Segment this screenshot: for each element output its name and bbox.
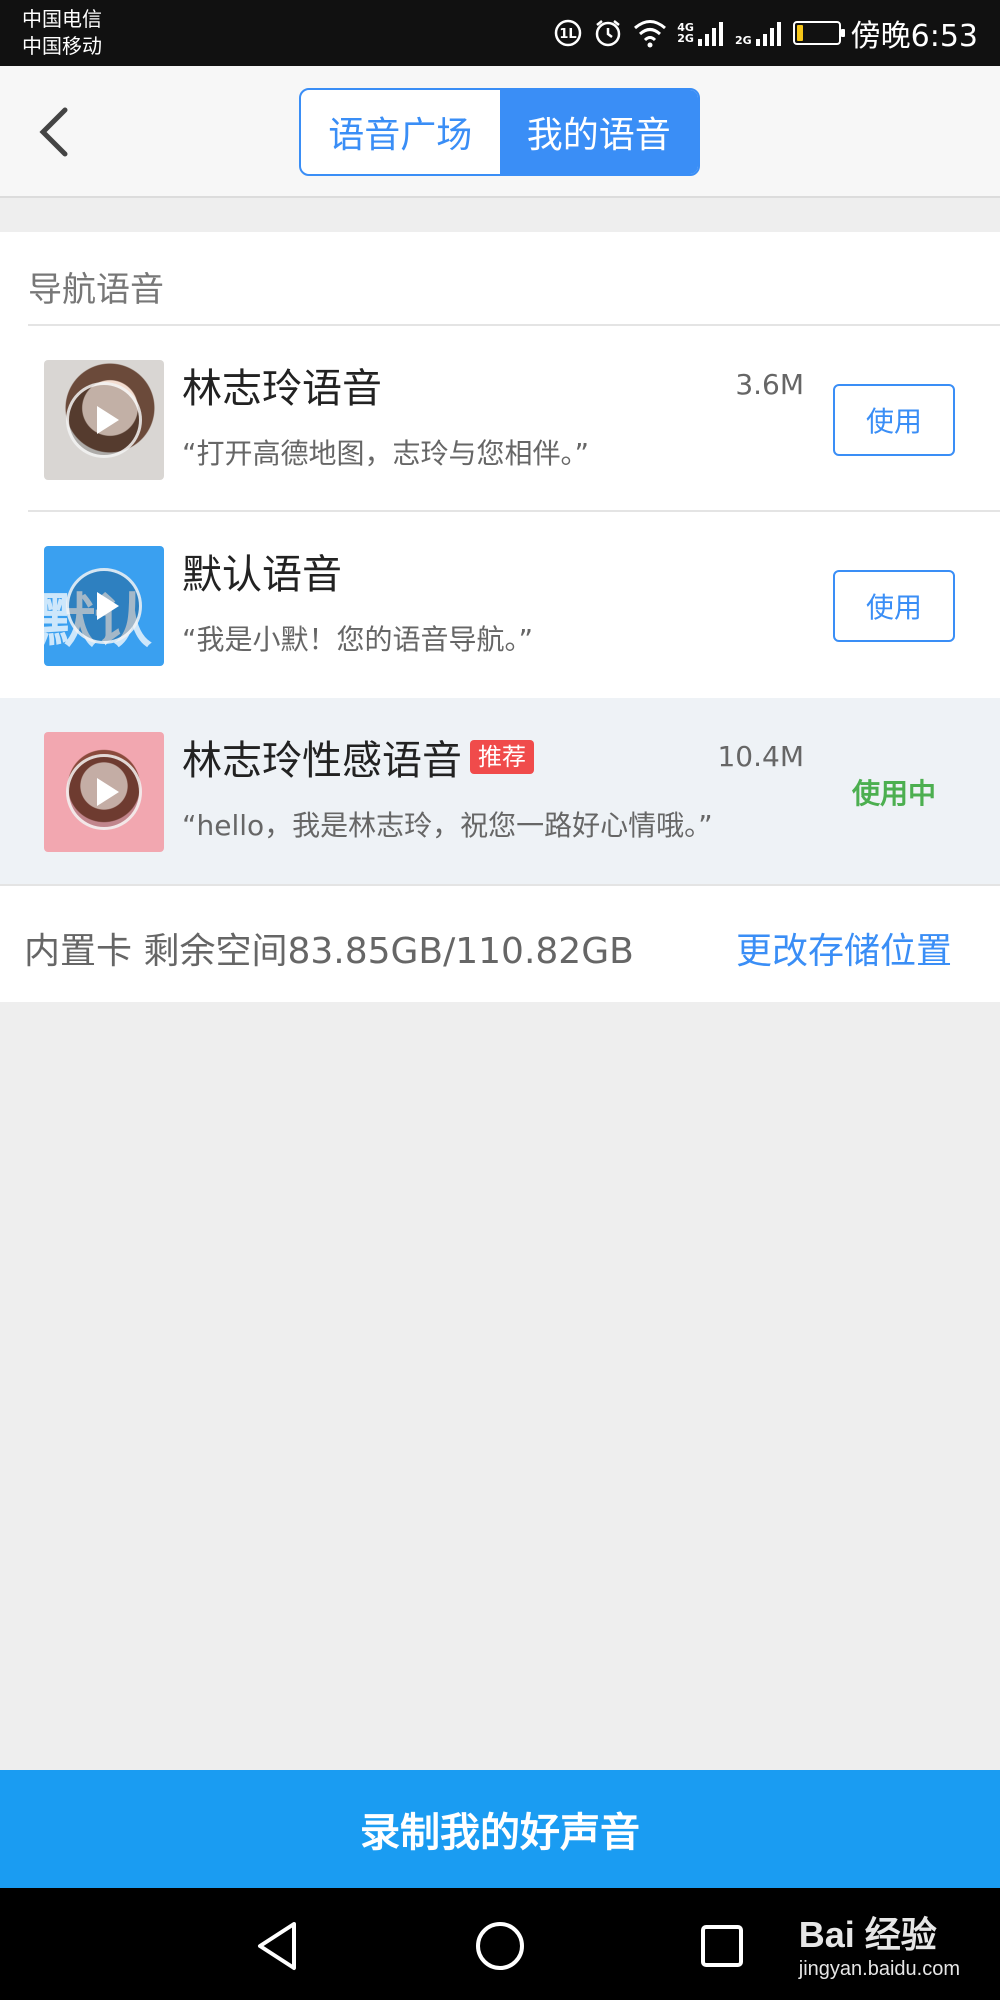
recommend-badge: 推荐: [470, 740, 534, 774]
signal-1-label: 4G 2G: [677, 21, 694, 45]
woman-portrait-pink-thumb[interactable]: [44, 732, 164, 852]
change-storage-link[interactable]: 更改存储位置: [736, 922, 952, 982]
home-circle-icon[interactable]: [472, 1918, 528, 1974]
signal-icon: 4G 2G: [677, 19, 725, 47]
voice-name: 林志玲语音: [182, 356, 382, 414]
play-icon[interactable]: [66, 382, 142, 458]
hd-call-icon: 1L: [553, 18, 583, 48]
voice-name-text: 林志玲语音: [182, 366, 382, 412]
voice-name-text: 默认语音: [182, 552, 342, 598]
clock: 傍晚6:53: [850, 19, 978, 54]
play-icon[interactable]: [66, 754, 142, 830]
woman-portrait-thumb[interactable]: [44, 360, 164, 480]
carrier-1: 中国电信: [22, 7, 102, 31]
signal-2-label: 2G: [734, 34, 752, 47]
record-voice-button[interactable]: 录制我的好声音: [0, 1770, 1000, 1888]
svg-text:1L: 1L: [560, 27, 577, 42]
play-icon[interactable]: [66, 568, 142, 644]
carrier-labels: 中国电信 中国移动: [22, 6, 102, 60]
back-triangle-icon[interactable]: [250, 1918, 306, 1974]
voice-name: 默认语音: [182, 542, 342, 600]
voice-size: 3.6M: [735, 368, 804, 401]
voice-name-text: 林志玲性感语音: [182, 738, 462, 784]
signal-icon: 2G: [735, 19, 783, 47]
voice-size: 10.4M: [717, 740, 804, 773]
voice-row[interactable]: 林志玲性感语音 推荐 10.4M “hello，我是林志玲，祝您一路好心情哦。”…: [0, 698, 1000, 884]
tab-my-voice[interactable]: 我的语音: [499, 90, 698, 174]
chevron-left-icon: [39, 107, 68, 157]
battery-icon: [792, 21, 845, 45]
voice-description: “打开高德地图，志玲与您相伴。”: [182, 437, 590, 470]
carrier-2: 中国移动: [22, 34, 102, 58]
navigation-bar: Bai 经验 jingyan.baidu.com: [0, 1888, 1000, 2000]
wifi-icon: [633, 18, 667, 48]
voice-row[interactable]: 默认 默认语音 “我是小默！您的语音导航。” 使用: [0, 512, 1000, 696]
recents-square-icon[interactable]: [694, 1918, 750, 1974]
header: 语音广场 我的语音: [0, 66, 1000, 198]
section-title: 导航语音: [28, 270, 164, 310]
alarm-icon: [593, 18, 623, 48]
default-voice-thumb[interactable]: 默认: [44, 546, 164, 666]
voice-name: 林志玲性感语音 推荐: [182, 728, 534, 786]
voice-list-card: 导航语音 林志玲语音 3.6M “打开高德地图，志玲与您相伴。” 使用 默认 默…: [0, 232, 1000, 1002]
baidu-jingyan-watermark: Bai 经验 jingyan.baidu.com: [799, 1906, 960, 1981]
voice-description: “hello，我是林志玲，祝您一路好心情哦。”: [182, 809, 713, 842]
in-use-status: 使用中: [851, 777, 936, 810]
use-button[interactable]: 使用: [833, 570, 955, 642]
tab-voice-square[interactable]: 语音广场: [301, 90, 500, 174]
use-button[interactable]: 使用: [833, 384, 955, 456]
divider: [0, 884, 1000, 886]
voice-row[interactable]: 林志玲语音 3.6M “打开高德地图，志玲与您相伴。” 使用: [0, 326, 1000, 510]
storage-info: 内置卡 剩余空间83.85GB/110.82GB: [24, 931, 634, 972]
status-bar: 中国电信 中国移动 1L 4G 2G 2G 傍晚6:53: [0, 0, 1000, 66]
watermark-logo: Bai 经验: [798, 1914, 937, 1955]
status-icons: 1L 4G 2G 2G 傍晚6:53: [553, 0, 978, 66]
tab-switcher: 语音广场 我的语音: [299, 88, 700, 176]
battery-level: [796, 25, 803, 41]
back-button[interactable]: [28, 102, 78, 162]
watermark-url: jingyan.baidu.com: [798, 1958, 960, 1980]
voice-description: “我是小默！您的语音导航。”: [182, 623, 534, 656]
